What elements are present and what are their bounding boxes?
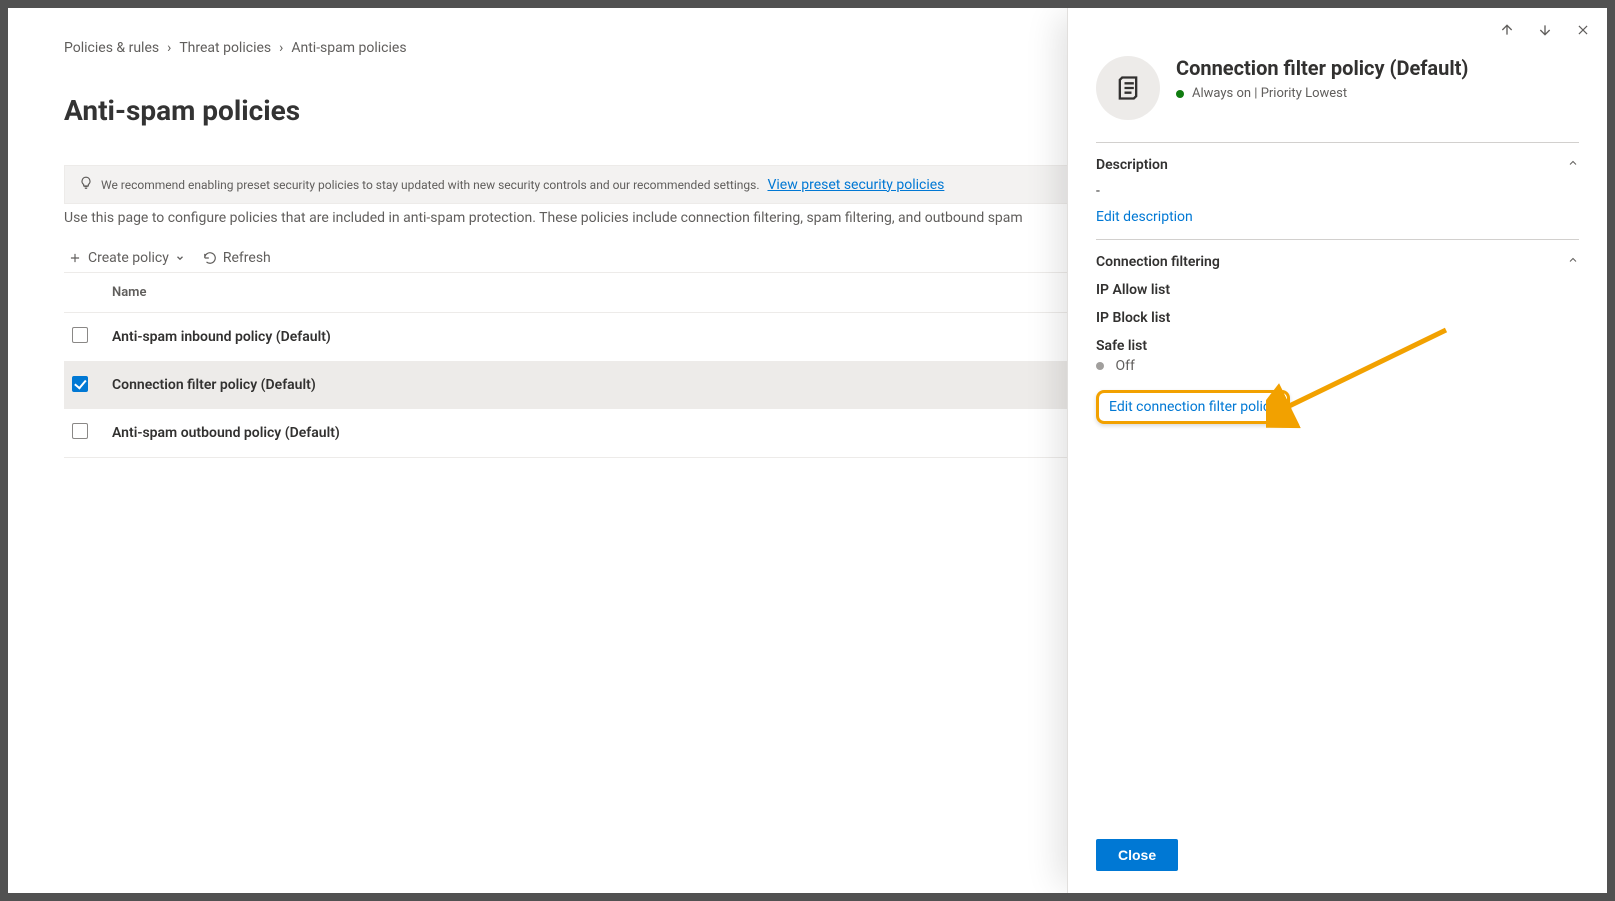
policy-icon [1096,56,1160,120]
status-dot-icon [1176,90,1184,98]
safe-list-label: Safe list [1096,338,1579,354]
ip-block-list-label: IP Block list [1096,310,1579,326]
chevron-up-icon [1567,157,1579,173]
details-panel: Connection filter policy (Default) Alway… [1067,8,1607,893]
create-policy-button[interactable]: Create policy [68,250,185,266]
policy-name[interactable]: Anti-spam outbound policy (Default) [104,408,1163,457]
panel-title: Connection filter policy (Default) [1176,56,1468,80]
create-policy-label: Create policy [88,250,169,266]
safe-list-value: Off [1115,358,1134,374]
view-preset-policies-link[interactable]: View preset security policies [767,177,944,193]
row-checkbox[interactable] [72,376,88,392]
off-dot-icon [1096,362,1104,370]
panel-status: Always on | Priority Lowest [1192,86,1347,101]
edit-connection-filter-highlight: Edit connection filter policy [1096,390,1290,424]
app-window: Policies & rules › Threat policies › Ant… [0,0,1615,901]
row-checkbox[interactable] [72,327,88,343]
ip-allow-list-label: IP Allow list [1096,282,1579,298]
row-checkbox[interactable] [72,423,88,439]
chevron-right-icon: › [167,40,171,56]
breadcrumb-item[interactable]: Policies & rules [64,40,159,56]
section-label: Connection filtering [1096,254,1220,270]
refresh-label: Refresh [223,250,271,266]
banner-text: We recommend enabling preset security po… [101,178,759,192]
close-icon[interactable] [1569,16,1597,44]
close-button[interactable]: Close [1096,839,1178,871]
breadcrumb-item[interactable]: Anti-spam policies [291,40,406,56]
edit-description-link[interactable]: Edit description [1096,209,1193,225]
description-value: - [1096,183,1579,199]
column-header-name[interactable]: Name [104,273,1163,313]
section-label: Description [1096,157,1168,173]
policy-name[interactable]: Anti-spam inbound policy (Default) [104,313,1163,362]
description-section-toggle[interactable]: Description [1096,157,1579,173]
chevron-up-icon [1567,254,1579,270]
next-arrow-icon[interactable] [1531,16,1559,44]
chevron-right-icon: › [279,40,283,56]
connection-filtering-section-toggle[interactable]: Connection filtering [1096,254,1579,270]
refresh-button[interactable]: Refresh [203,250,271,266]
lightbulb-icon [79,176,93,193]
edit-connection-filter-link[interactable]: Edit connection filter policy [1109,399,1277,415]
breadcrumb-item[interactable]: Threat policies [179,40,271,56]
policy-name[interactable]: Connection filter policy (Default) [104,362,1163,409]
previous-arrow-icon[interactable] [1493,16,1521,44]
